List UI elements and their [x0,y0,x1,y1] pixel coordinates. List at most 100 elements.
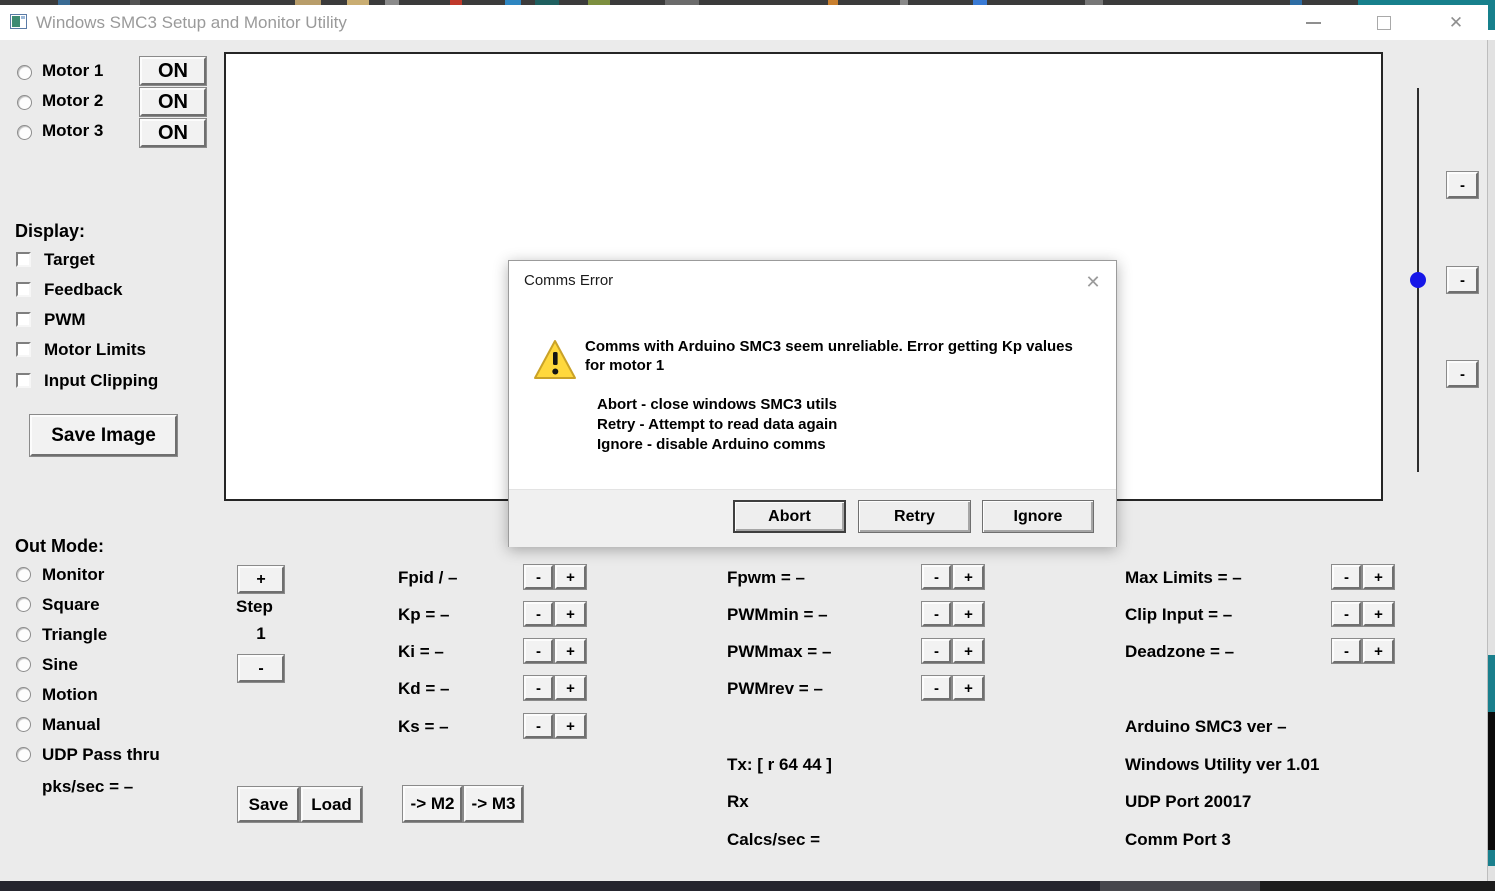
fpid-plus-button[interactable]: + [555,565,586,589]
dialog-title: Comms Error [524,272,613,289]
ks-minus-button[interactable]: - [524,714,553,738]
clip-input-value: Clip Input = – [1125,605,1232,625]
target-label: Target [44,250,95,270]
fpwm-minus-button[interactable]: - [922,565,951,589]
sine-radio[interactable] [16,657,31,672]
motor-1-on-button[interactable]: ON [140,57,206,85]
load-button[interactable]: Load [301,787,362,822]
pwm-label: PWM [44,310,86,330]
ki-value: Ki = – [398,642,444,662]
kp-plus-button[interactable]: + [555,602,586,626]
smc3-utility-window: Windows SMC3 Setup and Monitor Utility ✕… [0,0,1495,891]
pwm-checkbox[interactable] [16,312,31,327]
copy-to-m2-button[interactable]: -> M2 [403,786,462,822]
manual-radio[interactable] [16,717,31,732]
triangle-label: Triangle [42,625,107,645]
app-icon [10,14,27,29]
app-icon-pane [12,16,20,27]
motion-radio[interactable] [16,687,31,702]
kd-value: Kd = – [398,679,450,699]
deadzone-plus-button[interactable]: + [1363,639,1394,663]
target-checkbox[interactable] [16,252,31,267]
dialog-option-descriptions: Abort - close windows SMC3 utils Retry -… [597,395,837,455]
rx-status: Rx [727,792,749,812]
square-radio[interactable] [16,597,31,612]
background-right-strip [1488,0,1495,891]
ki-minus-button[interactable]: - [524,639,553,663]
fpwm-plus-button[interactable]: + [953,565,984,589]
background-window-strip [0,0,1495,5]
ki-plus-button[interactable]: + [555,639,586,663]
input-clipping-checkbox[interactable] [16,373,31,388]
utility-version-label: Windows Utility ver 1.01 [1125,755,1319,775]
warning-icon [533,339,577,381]
dialog-message: Comms with Arduino SMC3 seem unreliable.… [585,337,1080,375]
kd-minus-button[interactable]: - [524,676,553,700]
motor-limits-label: Motor Limits [44,340,146,360]
maximize-button[interactable] [1361,5,1407,40]
dialog-close-icon: ✕ [1085,272,1100,293]
max-limits-minus-button[interactable]: - [1332,565,1361,589]
motor-2-radio[interactable] [17,95,32,110]
clip-input-plus-button[interactable]: + [1363,602,1394,626]
pwmmin-value: PWMmin = – [727,605,828,625]
comm-port-label: Comm Port 3 [1125,830,1231,850]
step-plus-button[interactable]: + [238,566,284,593]
motor-1-radio[interactable] [17,65,32,80]
retry-button[interactable]: Retry [858,500,971,533]
motor-2-on-button[interactable]: ON [140,88,206,116]
udp-pass-thru-label: UDP Pass thru [42,745,160,765]
manual-label: Manual [42,715,101,735]
copy-to-m3-button[interactable]: -> M3 [464,786,523,822]
step-label: Step [236,597,273,617]
kp-minus-button[interactable]: - [524,602,553,626]
dialog-close-button[interactable]: ✕ [1079,269,1107,295]
fpid-value: Fpid / – [398,568,458,588]
taskbar-strip [0,881,1495,891]
feedback-label: Feedback [44,280,122,300]
tx-status: Tx: [ r 64 44 ] [727,755,832,775]
max-limits-value: Max Limits = – [1125,568,1242,588]
minimize-button[interactable] [1290,5,1336,40]
motor-2-label: Motor 2 [42,91,103,111]
pwmrev-plus-button[interactable]: + [953,676,984,700]
motor-3-radio[interactable] [17,125,32,140]
comms-error-dialog: Comms Error ✕ Comms with Arduino SMC3 se… [508,260,1117,547]
pwmmax-plus-button[interactable]: + [953,639,984,663]
clip-input-minus-button[interactable]: - [1332,602,1361,626]
slider-minus-button-2[interactable]: - [1447,267,1478,293]
monitor-radio[interactable] [16,567,31,582]
dialog-footer: Abort Retry Ignore [509,489,1116,547]
motor-3-on-button[interactable]: ON [140,119,206,147]
slider-minus-button-3[interactable]: - [1447,361,1478,387]
close-button[interactable]: ✕ [1433,5,1479,40]
pwmmax-minus-button[interactable]: - [922,639,951,663]
save-button[interactable]: Save [238,787,299,822]
deadzone-value: Deadzone = – [1125,642,1234,662]
abort-button[interactable]: Abort [733,500,846,533]
step-minus-button[interactable]: - [238,655,284,682]
udp-port-label: UDP Port 20017 [1125,792,1251,812]
titlebar: Windows SMC3 Setup and Monitor Utility ✕ [0,5,1488,40]
pwmmin-minus-button[interactable]: - [922,602,951,626]
calcs-per-sec-status: Calcs/sec = [727,830,820,850]
slider-minus-button-1[interactable]: - [1447,172,1478,198]
window-title: Windows SMC3 Setup and Monitor Utility [36,13,347,33]
pwmrev-minus-button[interactable]: - [922,676,951,700]
ks-plus-button[interactable]: + [555,714,586,738]
display-heading: Display: [15,221,85,242]
save-image-button[interactable]: Save Image [30,415,177,456]
feedback-checkbox[interactable] [16,282,31,297]
udp-pass-thru-radio[interactable] [16,747,31,762]
triangle-radio[interactable] [16,627,31,642]
motor-limits-checkbox[interactable] [16,342,31,357]
kd-plus-button[interactable]: + [555,676,586,700]
pks-per-sec-value: pks/sec = – [42,777,133,797]
ignore-button[interactable]: Ignore [982,500,1094,533]
ks-value: Ks = – [398,717,449,737]
fpid-minus-button[interactable]: - [524,565,553,589]
vertical-slider-handle[interactable] [1410,272,1426,288]
deadzone-minus-button[interactable]: - [1332,639,1361,663]
pwmmin-plus-button[interactable]: + [953,602,984,626]
max-limits-plus-button[interactable]: + [1363,565,1394,589]
